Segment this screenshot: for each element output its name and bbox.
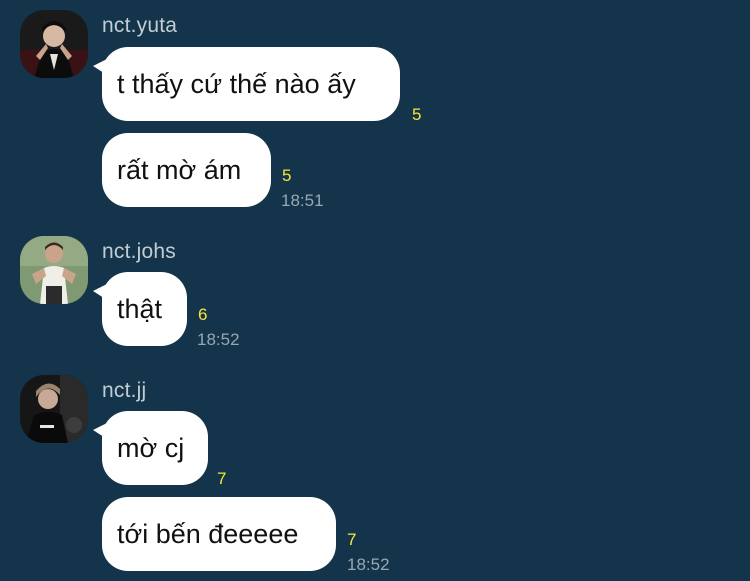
message-text: rất mờ ám — [117, 155, 242, 185]
avatar-yuta-icon[interactable] — [20, 10, 88, 78]
read-count: 5 — [282, 166, 292, 185]
message-text: mờ cj — [117, 433, 185, 463]
message-bubble[interactable]: rất mờ ám — [102, 133, 271, 207]
message-time: 18:51 — [281, 191, 324, 210]
message-bubble[interactable]: t thấy cứ thế nào ấy — [93, 47, 400, 121]
message-time: 18:52 — [347, 555, 390, 574]
sender-name: nct.jj — [102, 379, 147, 402]
message-bubble[interactable]: tới bến đeeeee — [102, 497, 336, 571]
message-bubble[interactable]: thật — [93, 272, 187, 346]
read-count: 6 — [198, 305, 208, 324]
message-text: thật — [117, 294, 163, 324]
avatar-johs-icon[interactable] — [20, 236, 88, 304]
read-count: 5 — [412, 105, 422, 124]
message-bubble[interactable]: mờ cj — [93, 411, 208, 485]
message-time: 18:52 — [197, 330, 240, 349]
message-text: tới bến đeeeee — [117, 519, 299, 549]
read-count: 7 — [217, 469, 227, 488]
message-text: t thấy cứ thế nào ấy — [117, 69, 356, 99]
sender-name: nct.yuta — [102, 14, 178, 37]
read-count: 7 — [347, 530, 357, 549]
sender-name: nct.johs — [102, 240, 176, 263]
avatar-jj-icon[interactable] — [20, 375, 88, 443]
